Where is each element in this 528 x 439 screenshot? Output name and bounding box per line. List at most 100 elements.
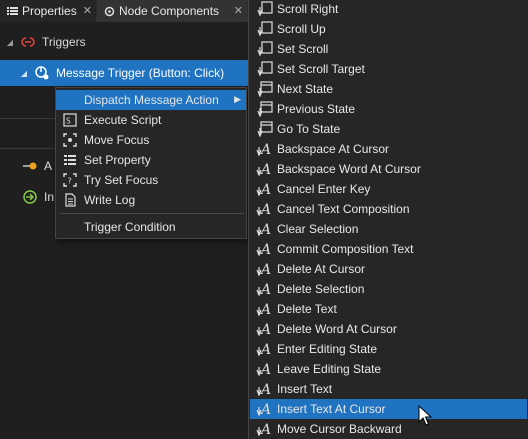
text-icon: A (256, 421, 274, 437)
text-icon: A (256, 301, 274, 317)
svg-text:?: ? (68, 177, 72, 186)
submenu-item-label: Set Scroll Target (277, 62, 365, 76)
tab-properties[interactable]: Properties ✕ (0, 0, 96, 22)
submenu-item-label: Go To State (277, 122, 341, 136)
submenu-item-cancel-text-composition[interactable]: A Cancel Text Composition (250, 199, 527, 219)
log-icon (62, 192, 78, 208)
state-icon (256, 101, 274, 117)
menu-item-set-property[interactable]: Set Property (56, 150, 246, 170)
tab-bar: Properties ✕ Node Components ✕ (0, 0, 248, 22)
svg-text:A: A (259, 322, 271, 337)
submenu-item-backspace-at-cursor[interactable]: A Backspace At Cursor (250, 139, 527, 159)
submenu-item-go-to-state[interactable]: Go To State (250, 119, 527, 139)
svg-text:S: S (66, 117, 71, 126)
submenu-item-scroll-up[interactable]: Scroll Up (250, 19, 527, 39)
svg-text:A: A (259, 402, 271, 417)
scroll-icon (256, 41, 274, 57)
menu-item-write-log[interactable]: Write Log (56, 190, 246, 210)
submenu-item-label: Backspace At Cursor (277, 142, 390, 156)
submenu-item-label: Previous State (277, 102, 356, 116)
collapse-triangle-icon[interactable]: ◢ (18, 69, 30, 78)
close-icon[interactable]: ✕ (83, 4, 92, 17)
text-icon: A (256, 141, 274, 157)
state-icon (256, 121, 274, 137)
text-icon: A (256, 221, 274, 237)
submenu-item-label: Cancel Text Composition (277, 202, 410, 216)
submenu-item-insert-text[interactable]: A Insert Text (250, 379, 527, 399)
submenu-arrow-icon: ▶ (234, 94, 241, 104)
submenu-item-delete-word-at-cursor[interactable]: A Delete Word At Cursor (250, 319, 527, 339)
scroll-icon (256, 21, 274, 37)
submenu-item-label: Next State (277, 82, 334, 96)
tab-node-components[interactable]: Node Components ✕ (97, 0, 247, 22)
tab-label: Node Components (119, 4, 220, 18)
submenu-item-set-scroll[interactable]: Set Scroll (250, 39, 527, 59)
text-icon: A (256, 401, 274, 417)
add-action-context-menu: Dispatch Message Action ▶ S Execute Scri… (55, 87, 247, 239)
input-row-label: In (44, 190, 55, 204)
dispatch-message-action-submenu: Scroll Right Scroll Up Set Scroll Set Scrol… (248, 0, 528, 439)
submenu-item-next-state[interactable]: Next State (250, 79, 527, 99)
submenu-item-delete-selection[interactable]: A Delete Selection (250, 279, 527, 299)
triggers-row[interactable]: ◢ Triggers (0, 30, 248, 54)
text-icon: A (256, 201, 274, 217)
input-icon (22, 189, 38, 205)
menu-item-label: Execute Script (84, 113, 162, 127)
svg-text:A: A (259, 242, 271, 257)
close-icon[interactable]: ✕ (234, 4, 243, 17)
script-icon: S (62, 112, 78, 128)
tab-label: Properties (22, 4, 77, 18)
submenu-item-label: Commit Composition Text (277, 242, 414, 256)
list-icon (6, 5, 18, 17)
mouse-cursor-icon (418, 405, 432, 426)
scroll-icon (256, 1, 274, 17)
menu-item-execute-script[interactable]: S Execute Script (56, 110, 246, 130)
svg-text:A: A (259, 142, 271, 157)
action-row-label: A (44, 159, 53, 173)
submenu-item-label: Insert Text At Cursor (277, 402, 386, 416)
submenu-item-label: Delete Text (277, 302, 337, 316)
svg-text:A: A (259, 422, 271, 437)
submenu-item-label: Leave Editing State (277, 362, 382, 376)
text-icon: A (256, 361, 274, 377)
submenu-item-backspace-word-at-cursor[interactable]: A Backspace Word At Cursor (250, 159, 527, 179)
submenu-item-label: Enter Editing State (277, 342, 378, 356)
submenu-item-cancel-enter-key[interactable]: A Cancel Enter Key (250, 179, 527, 199)
submenu-item-label: Move Cursor Backward (277, 422, 402, 436)
action-icon (22, 158, 38, 174)
menu-item-trigger-condition[interactable]: Trigger Condition (56, 217, 246, 237)
menu-item-try-set-focus[interactable]: ? Try Set Focus (56, 170, 246, 190)
submenu-item-move-cursor-backward[interactable]: A Move Cursor Backward (250, 419, 527, 439)
submenu-item-set-scroll-target[interactable]: Set Scroll Target (250, 59, 527, 79)
triggers-label: Triggers (42, 35, 86, 49)
submenu-item-label: Delete At Cursor (277, 262, 366, 276)
submenu-item-label: Insert Text (277, 382, 333, 396)
try-focus-icon: ? (62, 172, 78, 188)
menu-item-move-focus[interactable]: Move Focus (56, 130, 246, 150)
message-trigger-label: Message Trigger (Button: Click) (56, 66, 225, 80)
svg-text:A: A (259, 382, 271, 397)
submenu-item-leave-editing-state[interactable]: A Leave Editing State (250, 359, 527, 379)
text-icon: A (256, 181, 274, 197)
submenu-item-previous-state[interactable]: Previous State (250, 99, 527, 119)
component-icon (103, 5, 115, 17)
submenu-item-label: Delete Selection (277, 282, 365, 296)
text-icon: A (256, 161, 274, 177)
submenu-item-label: Cancel Enter Key (277, 182, 371, 196)
focus-icon (62, 132, 78, 148)
menu-item-label: Set Property (84, 153, 151, 167)
menu-item-dispatch-message-action[interactable]: Dispatch Message Action ▶ (56, 90, 246, 110)
submenu-item-insert-text-at-cursor[interactable]: A Insert Text At Cursor (250, 399, 527, 419)
submenu-item-enter-editing-state[interactable]: A Enter Editing State (250, 339, 527, 359)
collapse-triangle-icon[interactable]: ◢ (4, 38, 16, 47)
submenu-item-delete-text[interactable]: A Delete Text (250, 299, 527, 319)
submenu-item-label: Backspace Word At Cursor (277, 162, 421, 176)
message-trigger-row[interactable]: ◢ Message Trigger (Button: Click) (0, 60, 248, 86)
svg-text:A: A (259, 362, 271, 377)
submenu-item-delete-at-cursor[interactable]: A Delete At Cursor (250, 259, 527, 279)
submenu-item-label: Delete Word At Cursor (277, 322, 397, 336)
submenu-item-commit-composition-text[interactable]: A Commit Composition Text (250, 239, 527, 259)
submenu-item-label: Set Scroll (277, 42, 329, 56)
submenu-item-scroll-right[interactable]: Scroll Right (250, 0, 527, 19)
submenu-item-clear-selection[interactable]: A Clear Selection (250, 219, 527, 239)
